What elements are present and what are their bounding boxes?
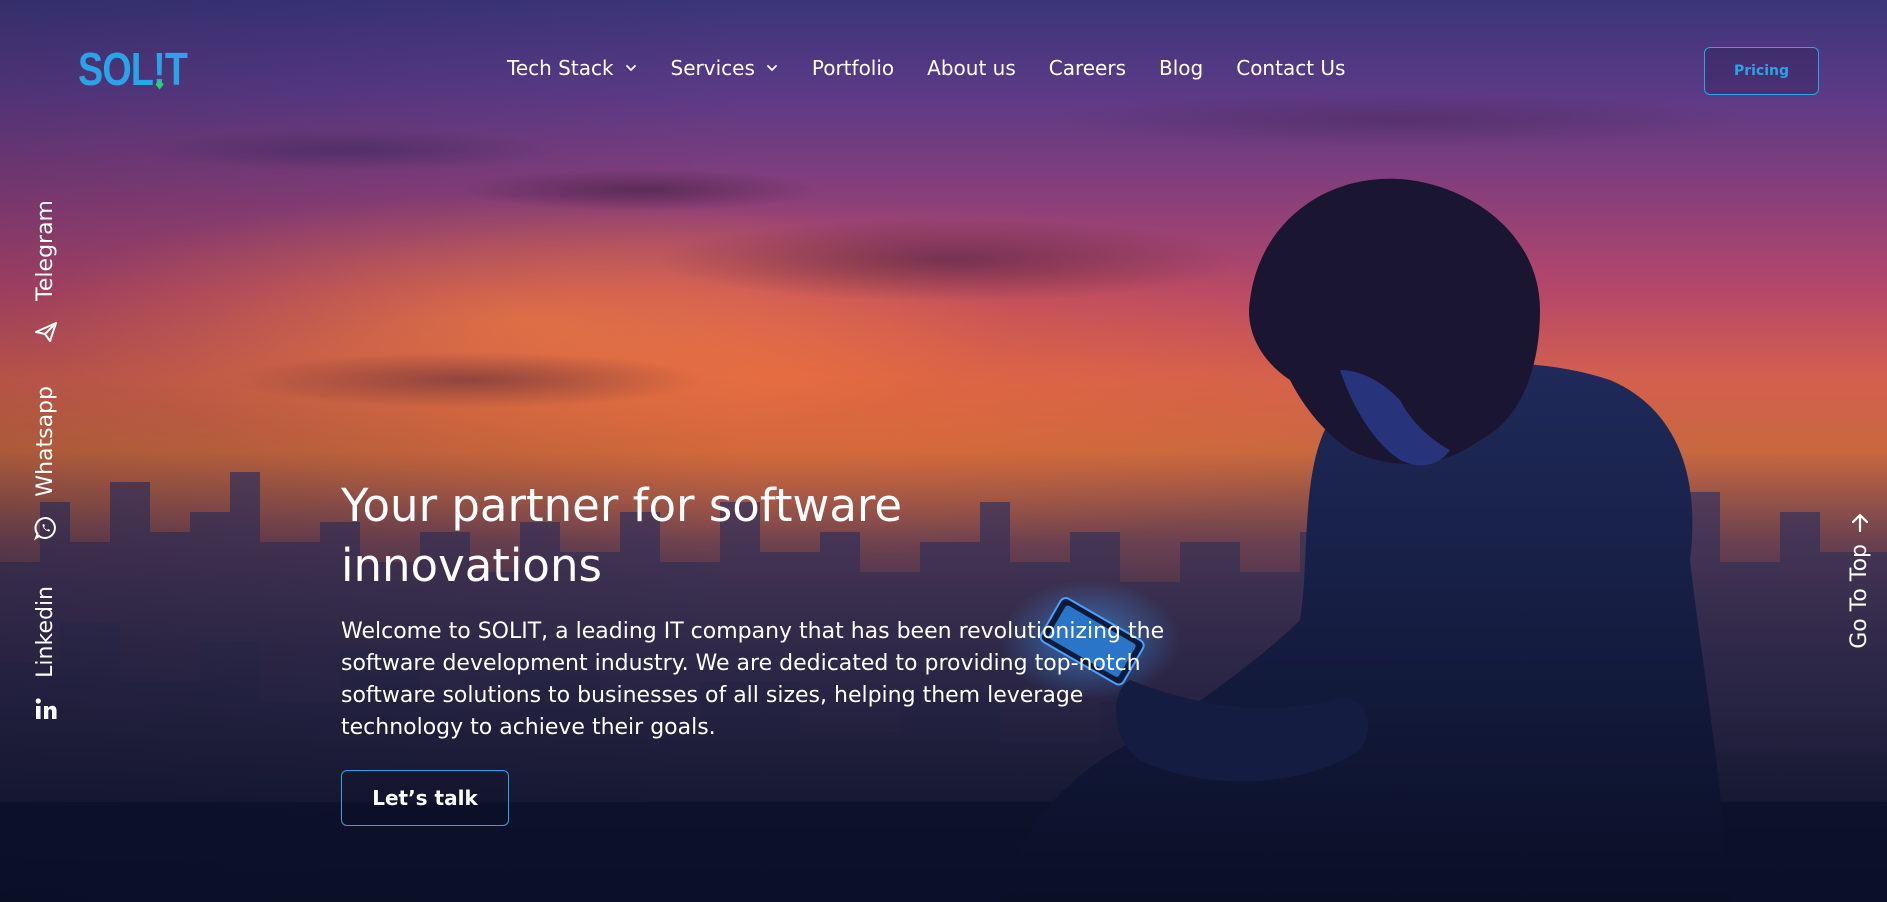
chevron-down-icon xyxy=(625,65,636,71)
whatsapp-icon xyxy=(33,516,56,541)
go-to-top-button[interactable]: Go To Top xyxy=(1842,512,1878,672)
telegram-icon xyxy=(35,321,57,342)
arrow-up-icon xyxy=(1851,513,1869,533)
logo-text-part-2: ! xyxy=(153,46,166,92)
main-nav: Tech Stack Services Portfolio About us C… xyxy=(507,56,1378,80)
hero-description: Welcome to SOLIT, a leading IT company t… xyxy=(341,619,1165,740)
nav-item-label: About us xyxy=(927,56,1016,80)
logo-text-part-1: SOL xyxy=(78,43,154,95)
lets-talk-button[interactable]: Let’s talk xyxy=(341,770,509,826)
site-header: SOL! T Tech Stack Services Portfolio Abou… xyxy=(0,0,1887,140)
nav-item-about-us[interactable]: About us xyxy=(927,56,1016,80)
social-link-label: Whatsapp xyxy=(33,386,58,497)
nav-item-portfolio[interactable]: Portfolio xyxy=(812,56,894,80)
social-link-linkedin[interactable]: Linkedin xyxy=(28,586,64,722)
social-link-telegram[interactable]: Telegram xyxy=(28,200,64,345)
chevron-down-icon xyxy=(766,65,777,71)
social-link-label: Telegram xyxy=(33,200,58,301)
go-to-top-label: Go To Top xyxy=(1847,544,1872,649)
logo-text-part-3: T xyxy=(164,43,188,95)
social-links-rail: Telegram Whatsapp Linkedin xyxy=(28,200,64,740)
nav-item-label: Portfolio xyxy=(811,56,895,80)
social-link-whatsapp[interactable]: Whatsapp xyxy=(28,386,64,541)
nav-item-label: Services xyxy=(670,56,755,80)
nav-item-services[interactable]: Services xyxy=(671,56,779,80)
solit-logo[interactable]: SOL! T xyxy=(78,43,188,95)
nav-item-blog[interactable]: Blog xyxy=(1159,56,1203,80)
nav-item-contact-us[interactable]: Contact Us xyxy=(1236,56,1345,80)
linkedin-icon xyxy=(35,698,57,719)
nav-item-label: Careers xyxy=(1048,56,1127,80)
nav-item-label: Contact Us xyxy=(1236,56,1346,80)
nav-item-label: Blog xyxy=(1159,56,1204,80)
social-link-label: Linkedin xyxy=(33,586,58,678)
pricing-button[interactable]: Pricing xyxy=(1704,47,1819,95)
nav-item-careers[interactable]: Careers xyxy=(1049,56,1126,80)
hero-title: Your partner for software innovations xyxy=(341,479,903,592)
nav-item-tech-stack[interactable]: Tech Stack xyxy=(507,56,638,80)
nav-item-label: Tech Stack xyxy=(507,56,614,80)
hero-section: Your partner for software innovations We… xyxy=(341,476,1201,826)
